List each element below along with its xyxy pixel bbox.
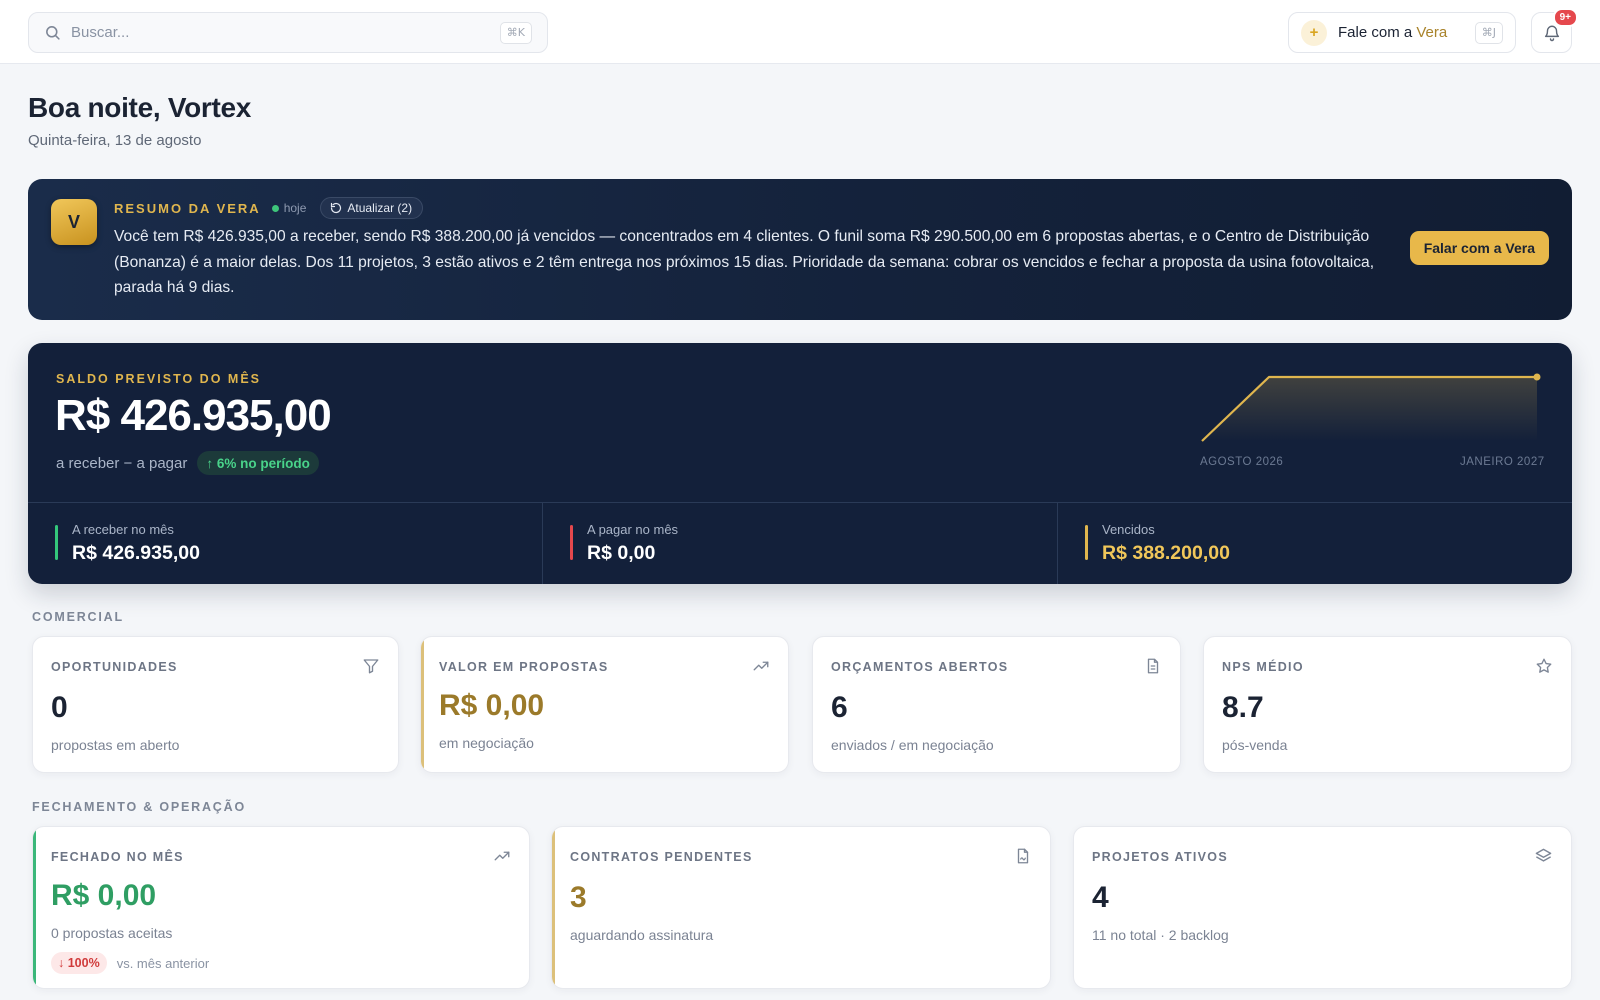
balance-change-badge: ↑ 6% no período [197, 451, 319, 475]
contract-icon [1017, 848, 1029, 864]
card-title: OPORTUNIDADES [51, 660, 178, 674]
card-title: FECHADO NO MÊS [51, 850, 184, 864]
layers-icon [1535, 848, 1552, 862]
card-opportunities[interactable]: OPORTUNIDADES 0 propostas em aberto [32, 636, 399, 773]
trend-down-badge: ↓ 100% [51, 952, 107, 974]
card-title: ORÇAMENTOS ABERTOS [831, 660, 1009, 674]
sparkle-icon: + [1301, 19, 1327, 46]
talk-to-vera-button[interactable]: + Fale com a Vera ⌘J [1288, 12, 1516, 53]
vera-summary-title: RESUMO DA VERA [114, 200, 261, 216]
card-subtitle: propostas em aberto [51, 737, 180, 753]
card-value: 0 [51, 691, 68, 724]
card-subtitle: 0 propostas aceitas [51, 925, 173, 941]
card-subtitle: pós-venda [1222, 737, 1288, 753]
sparkline-end-label: JANEIRO 2027 [1460, 456, 1545, 468]
stat-label: A pagar no mês [587, 522, 679, 537]
refresh-summary-label: Atualizar (2) [347, 201, 413, 215]
vera-shortcut: ⌘J [1474, 22, 1503, 44]
card-open-quotes[interactable]: ORÇAMENTOS ABERTOS 6 enviados / em negoc… [812, 636, 1181, 773]
sparkline-end-point [1533, 373, 1541, 381]
balance-value: R$ 426.935,00 [55, 391, 332, 440]
card-subtitle: 11 no total · 2 backlog [1092, 927, 1229, 943]
vera-button-label: Fale com a Vera [1338, 24, 1448, 41]
document-icon [1147, 658, 1159, 674]
balance-label: SALDO PREVISTO DO MÊS [56, 372, 261, 386]
stat-value: R$ 426.935,00 [72, 542, 200, 564]
vera-summary-header: RESUMO DA VERA hoje Atualizar (2) [114, 197, 424, 219]
vera-summary-card: V RESUMO DA VERA hoje Atualizar (2) Você… [28, 179, 1572, 320]
stat-value: R$ 0,00 [587, 542, 656, 564]
stat-label: A receber no mês [72, 522, 174, 537]
card-title: VALOR EM PROPOSTAS [439, 660, 609, 674]
card-active-projects[interactable]: PROJETOS ATIVOS 4 11 no total · 2 backlo… [1073, 826, 1572, 989]
top-bar: ⌘K + Fale com a Vera ⌘J 9+ [0, 0, 1600, 64]
page-date: Quinta-feira, 13 de agosto [28, 132, 202, 149]
search-box[interactable]: ⌘K [28, 12, 548, 53]
stat-overdue: Vencidos R$ 388.200,00 [1058, 503, 1572, 584]
stat-payable: A pagar no mês R$ 0,00 [543, 503, 1058, 584]
balance-stats: A receber no mês R$ 426.935,00 A pagar n… [28, 502, 1572, 584]
card-accent-bar [552, 827, 555, 988]
search-shortcut: ⌘K [499, 22, 532, 44]
card-nps[interactable]: NPS MÉDIO 8.7 pós-venda [1203, 636, 1572, 773]
stat-indicator-bar [1085, 525, 1088, 560]
stat-value: R$ 388.200,00 [1102, 542, 1230, 564]
card-subtitle: em negociação [439, 735, 534, 751]
greeting: Boa noite, Vortex Quinta-feira, 13 de ag… [28, 92, 251, 149]
stat-receivable: A receber no mês R$ 426.935,00 [28, 503, 543, 584]
trending-up-icon [494, 851, 510, 861]
refresh-summary-button[interactable]: Atualizar (2) [320, 197, 424, 219]
card-value: 6 [831, 691, 848, 724]
card-subtitle: enviados / em negociação [831, 737, 994, 753]
card-title: NPS MÉDIO [1222, 660, 1304, 674]
card-accent-bar [33, 827, 36, 988]
card-title: CONTRATOS PENDENTES [570, 850, 753, 864]
funnel-icon [363, 659, 379, 674]
vera-summary-when: hoje [283, 201, 307, 215]
sparkline-start-label: AGOSTO 2026 [1200, 456, 1284, 468]
section-title-operacao: FECHAMENTO & OPERAÇÃO [32, 800, 246, 814]
trending-up-icon [753, 661, 769, 671]
notifications-badge: 9+ [1552, 8, 1578, 27]
card-value: 8.7 [1222, 691, 1264, 724]
balance-card: SALDO PREVISTO DO MÊS R$ 426.935,00 a re… [28, 343, 1572, 584]
balance-subtitle: a receber − a pagar ↑ 6% no período [56, 451, 319, 475]
sparkline-area [1202, 377, 1537, 441]
vera-summary-text: Você tem R$ 426.935,00 a receber, sendo … [114, 228, 1375, 296]
page-title: Boa noite, Vortex [28, 92, 252, 123]
talk-to-vera-cta[interactable]: Falar com a Vera [1409, 231, 1549, 265]
search-icon [46, 26, 60, 40]
balance-sparkline [1201, 373, 1541, 442]
card-value: R$ 0,00 [51, 879, 157, 912]
stat-indicator-bar [570, 525, 573, 560]
card-value: 4 [1092, 881, 1109, 914]
card-trend: ↓ 100% vs. mês anterior [51, 952, 209, 974]
card-subtitle: aguardando assinatura [570, 927, 714, 943]
stat-indicator-bar [55, 525, 58, 560]
card-proposals-value[interactable]: VALOR EM PROPOSTAS R$ 0,00 em negociação [420, 636, 789, 773]
live-dot-icon [271, 204, 279, 212]
card-closed-month[interactable]: FECHADO NO MÊS R$ 0,00 0 propostas aceit… [32, 826, 530, 989]
search-input[interactable] [71, 24, 471, 41]
card-title: PROJETOS ATIVOS [1092, 850, 1228, 864]
refresh-icon [331, 202, 342, 214]
vera-avatar: V [51, 199, 97, 245]
section-title-comercial: COMERCIAL [32, 610, 124, 624]
card-pending-contracts[interactable]: CONTRATOS PENDENTES 3 aguardando assinat… [551, 826, 1051, 989]
star-icon [1536, 658, 1552, 673]
card-accent-bar [421, 637, 424, 772]
balance-formula: a receber − a pagar [56, 454, 188, 472]
card-value: R$ 0,00 [439, 689, 545, 722]
trend-note: vs. mês anterior [116, 955, 210, 971]
notifications-button[interactable]: 9+ [1531, 8, 1578, 53]
stat-label: Vencidos [1102, 522, 1155, 537]
card-value: 3 [570, 881, 587, 914]
